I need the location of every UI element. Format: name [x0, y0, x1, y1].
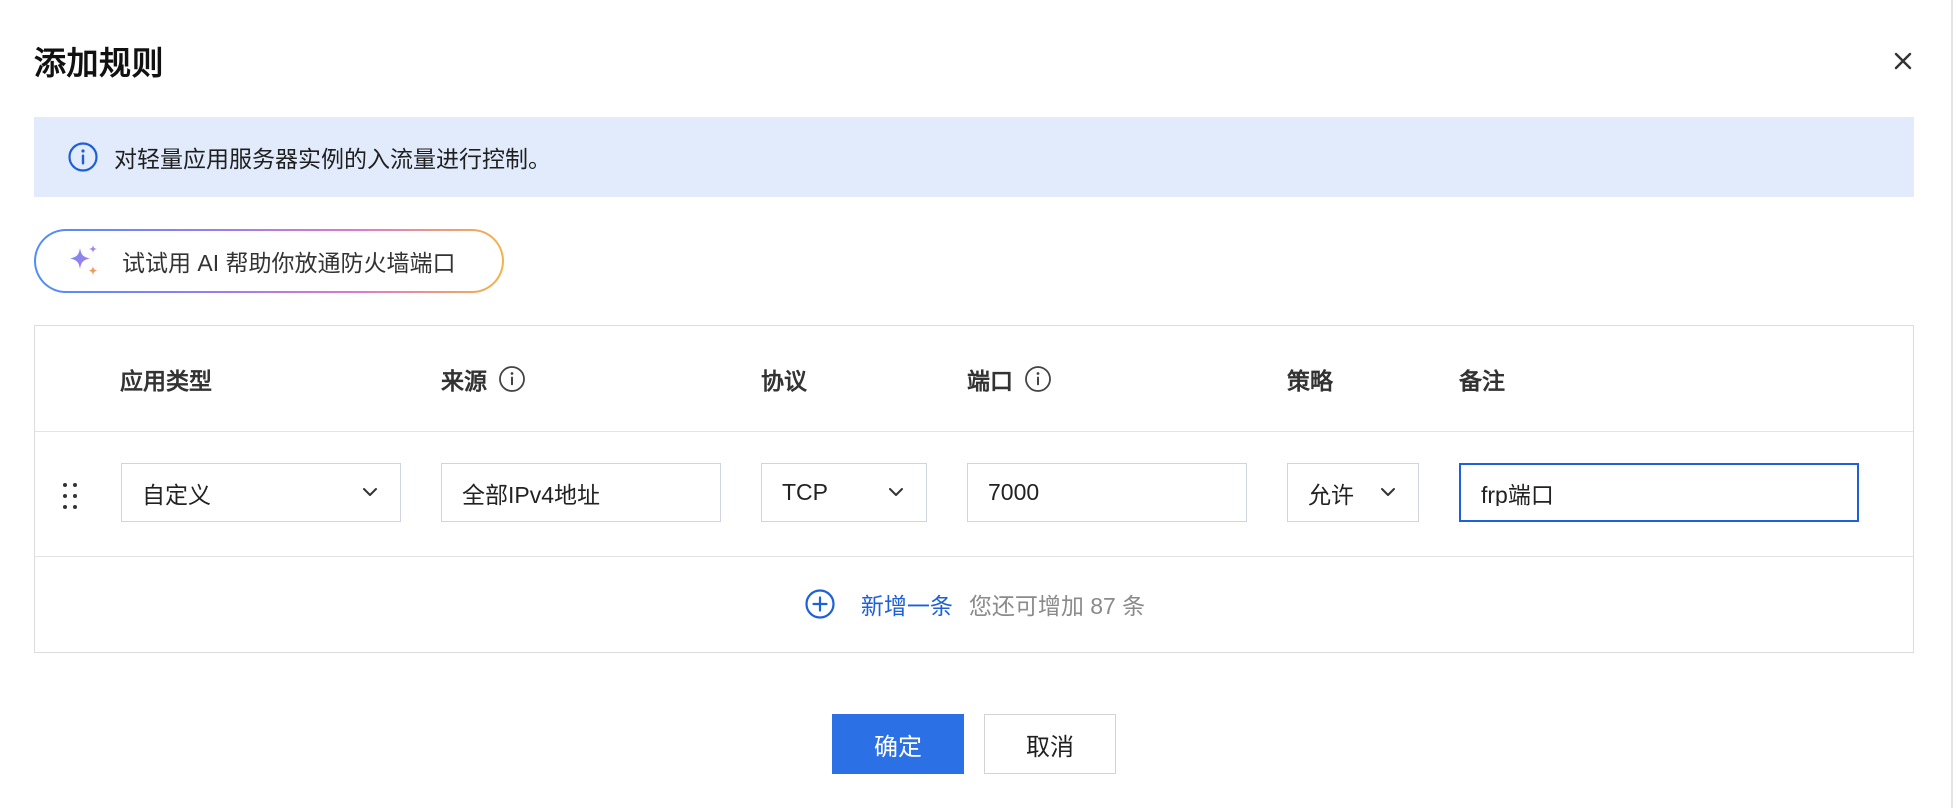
table-row: 自定义 全部IPv4地址 TCP 7000 允许 — [35, 431, 1913, 557]
header-port-label: 端口 — [967, 368, 1013, 394]
rules-table: 应用类型 来源 协议 端口 策略 备注 自定义 全部IPv4地址 TCP 700… — [34, 325, 1914, 653]
sparkle-icon — [64, 241, 104, 281]
close-icon — [1894, 52, 1912, 70]
port-value: 7000 — [988, 479, 1040, 505]
header-policy-label: 策略 — [1287, 368, 1333, 394]
chevron-down-icon — [886, 482, 906, 502]
header-remark: 备注 — [1459, 362, 1505, 396]
table-header: 应用类型 来源 协议 端口 策略 备注 — [35, 326, 1913, 432]
info-banner: 对轻量应用服务器实例的入流量进行控制。 — [34, 117, 1914, 197]
remark-input[interactable] — [1459, 463, 1859, 522]
close-button[interactable] — [1886, 44, 1920, 78]
protocol-select[interactable]: TCP — [761, 463, 927, 522]
source-value: 全部IPv4地址 — [462, 481, 601, 508]
ai-assist-label: 试试用 AI 帮助你放通防火墙端口 — [122, 250, 456, 276]
drag-handle-icon[interactable] — [61, 481, 79, 511]
info-message: 对轻量应用服务器实例的入流量进行控制。 — [114, 146, 551, 172]
dialog-title: 添加规则 — [34, 45, 165, 81]
add-row-section: 新增一条 您还可增加 87 条 — [35, 556, 1913, 652]
cancel-button[interactable]: 取消 — [984, 714, 1116, 774]
app-type-select[interactable]: 自定义 — [121, 463, 401, 522]
add-row-button[interactable]: 新增一条 — [861, 587, 953, 621]
port-input[interactable]: 7000 — [967, 463, 1247, 522]
header-source: 来源 — [441, 362, 527, 396]
scrollbar-track — [1951, 0, 1953, 808]
header-protocol-label: 协议 — [761, 368, 807, 394]
remaining-count: 您还可增加 87 条 — [968, 593, 1146, 619]
plus-circle-icon[interactable] — [803, 587, 837, 621]
policy-select[interactable]: 允许 — [1287, 463, 1419, 522]
confirm-button[interactable]: 确定 — [832, 714, 964, 774]
chevron-down-icon — [1378, 482, 1398, 502]
header-protocol: 协议 — [761, 362, 807, 396]
header-remark-label: 备注 — [1459, 368, 1505, 394]
header-source-label: 来源 — [441, 368, 487, 394]
protocol-value: TCP — [782, 479, 828, 505]
policy-value: 允许 — [1308, 481, 1354, 508]
ai-assist-button[interactable]: 试试用 AI 帮助你放通防火墙端口 — [34, 229, 504, 293]
header-port: 端口 — [967, 362, 1053, 396]
header-app-type: 应用类型 — [120, 362, 212, 396]
info-circle-icon[interactable] — [1023, 364, 1053, 394]
info-circle-icon[interactable] — [497, 364, 527, 394]
app-type-value: 自定义 — [142, 481, 211, 508]
header-app-type-label: 应用类型 — [120, 368, 212, 394]
remark-text-input[interactable] — [1481, 479, 1857, 506]
chevron-down-icon — [360, 482, 380, 502]
info-circle-icon — [66, 140, 100, 174]
source-select[interactable]: 全部IPv4地址 — [441, 463, 721, 522]
header-policy: 策略 — [1287, 362, 1333, 396]
